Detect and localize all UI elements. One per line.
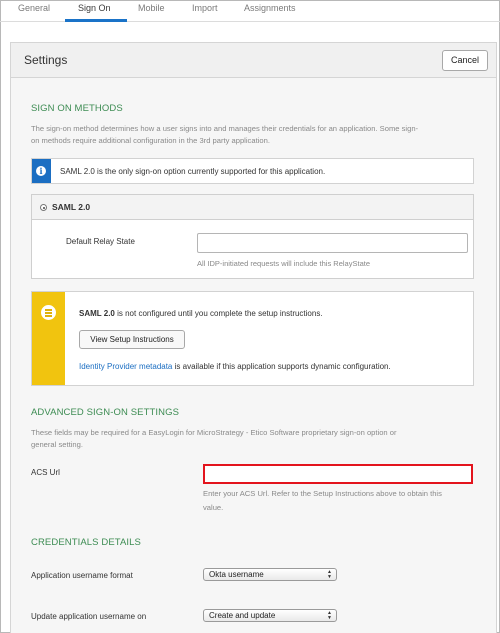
tab-sign-on[interactable]: Sign On — [78, 3, 111, 13]
saml-option-label: SAML 2.0 — [52, 202, 91, 212]
tab-bar: General Sign On Mobile Import Assignment… — [0, 0, 500, 22]
info-icon-box: i — [32, 159, 51, 183]
tab-general[interactable]: General — [18, 3, 50, 13]
saml-option-box: SAML 2.0 Default Relay State All IDP-ini… — [31, 194, 474, 279]
saml-option-header[interactable]: SAML 2.0 — [32, 195, 473, 220]
advanced-description-line2: general setting. — [31, 440, 83, 449]
acs-url-label: ACS Url — [31, 468, 60, 477]
select-arrows-icon: ▲ ▼ — [327, 569, 332, 580]
info-icon: i — [36, 166, 46, 176]
tab-mobile[interactable]: Mobile — [138, 3, 165, 13]
update-username-on-label: Update application username on — [31, 612, 147, 621]
tab-import[interactable]: Import — [192, 3, 218, 13]
update-username-on-select[interactable]: Create and update ▲ ▼ — [203, 609, 337, 622]
relay-state-input[interactable] — [197, 233, 468, 253]
saml-not-configured-text: SAML 2.0 is not configured until you com… — [79, 309, 323, 318]
idp-metadata-text: Identity Provider metadata is available … — [79, 362, 391, 371]
advanced-description-line1: These fields may be required for a EasyL… — [31, 428, 397, 437]
relay-state-label: Default Relay State — [66, 237, 135, 246]
tab-assignments[interactable]: Assignments — [244, 3, 296, 13]
info-banner: i SAML 2.0 is the only sign-on option cu… — [31, 158, 474, 184]
list-icon — [41, 305, 56, 320]
setup-warning-box: SAML 2.0 is not configured until you com… — [31, 291, 474, 386]
warning-side-bar — [32, 292, 65, 385]
info-text: SAML 2.0 is the only sign-on option curr… — [60, 167, 326, 176]
view-setup-instructions-button[interactable]: View Setup Instructions — [79, 330, 185, 349]
select-arrows-icon: ▲ ▼ — [327, 610, 332, 621]
acs-url-help: Enter your ACS Url. Refer to the Setup I… — [203, 489, 442, 512]
idp-metadata-link[interactable]: Identity Provider metadata — [79, 362, 172, 371]
settings-header: Settings Cancel — [11, 43, 496, 78]
settings-title: Settings — [24, 53, 68, 67]
acs-url-input[interactable] — [203, 464, 473, 484]
saml-radio-button[interactable] — [40, 204, 47, 211]
advanced-settings-title: ADVANCED SIGN-ON SETTINGS — [31, 407, 180, 418]
credentials-details-title: CREDENTIALS DETAILS — [31, 537, 141, 548]
sign-on-methods-description-line2: on methods require additional configurat… — [31, 136, 270, 145]
relay-state-help: All IDP-initiated requests will include … — [197, 259, 370, 268]
sign-on-methods-title: SIGN ON METHODS — [31, 103, 123, 114]
username-format-select[interactable]: Okta username ▲ ▼ — [203, 568, 337, 581]
username-format-label: Application username format — [31, 571, 133, 580]
cancel-button[interactable]: Cancel — [442, 50, 488, 71]
active-tab-indicator — [65, 19, 127, 22]
